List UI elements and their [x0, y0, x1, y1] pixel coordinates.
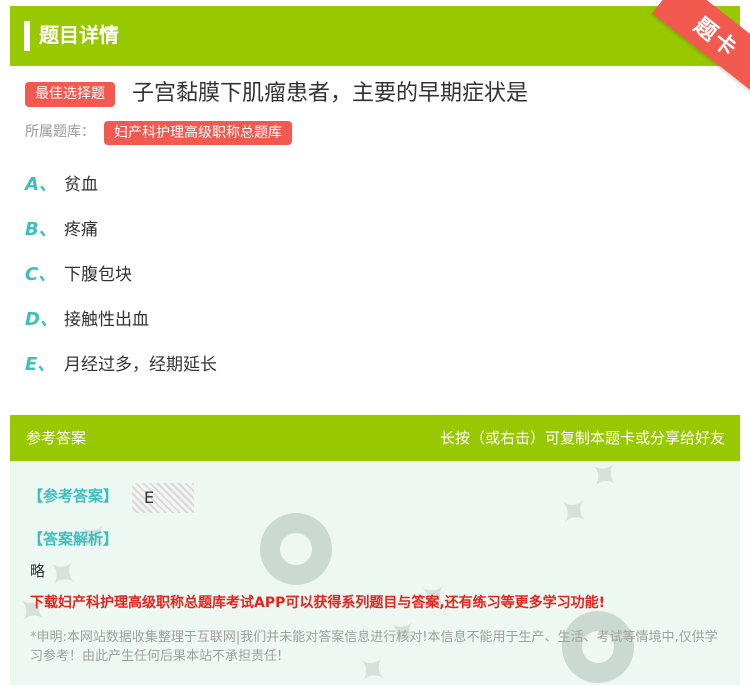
header-accent-bar [24, 21, 30, 51]
watermark-logo-icon [260, 513, 332, 585]
option-text: 月经过多，经期延长 [64, 355, 217, 375]
answer-panel-title: 参考答案 [26, 429, 87, 447]
option-text: 贫血 [64, 175, 98, 195]
answer-label: 【参考答案】 [28, 487, 119, 505]
ribbon-label: 题卡 [688, 13, 743, 63]
option-text: 疼痛 [64, 220, 98, 240]
watermark-icon: ✦ ✦ [546, 461, 635, 540]
option-text: 接触性出血 [64, 310, 149, 330]
question-bank-link[interactable]: 妇产科护理高级职称总题库 [104, 121, 292, 145]
explanation-label: 【答案解析】 [28, 530, 119, 548]
page-header: 题目详情 [10, 6, 740, 66]
download-app-link[interactable]: 下载妇产科护理高级职称总题库考试APP可以获得系列题目与答案,还有练习等更多学习… [30, 592, 605, 614]
option-letter: C、 [25, 264, 57, 285]
ribbon-badge[interactable]: 题卡 [652, 0, 750, 94]
option-letter: D、 [25, 309, 58, 330]
option-d[interactable]: D、 接触性出血 [25, 305, 625, 335]
option-letter: E、 [25, 354, 56, 375]
question-text: 子宫黏膜下肌瘤患者，主要的早期症状是 [132, 81, 529, 106]
option-a[interactable]: A、 贫血 [25, 170, 625, 200]
share-hint: 长按（或右击）可复制本题卡或分享给好友 [439, 429, 725, 447]
disclaimer-text: *申明:本网站数据收集整理于互联网|我们并未能对答案信息进行核对!本信息不能用于… [30, 630, 718, 664]
option-b[interactable]: B、 疼痛 [25, 215, 625, 245]
option-letter: A、 [25, 174, 57, 195]
question-type-badge: 最佳选择题 [25, 82, 115, 107]
option-text: 下腹包块 [64, 265, 132, 285]
option-e[interactable]: E、 月经过多，经期延长 [25, 350, 625, 380]
option-c[interactable]: C、 下腹包块 [25, 260, 625, 290]
question-card-ribbon[interactable]: 题卡 [640, 0, 750, 100]
option-letter: B、 [25, 219, 57, 240]
page-title: 题目详情 [39, 23, 119, 47]
answer-panel-body: ✦ ✦ ✦ ✦ ✦ ✦ ✦ ✦ 【参考答案】 E 【答案解析】 略 下载妇产科护… [10, 461, 740, 685]
explanation-text: 略 [30, 562, 46, 580]
answer-value: E [132, 483, 194, 513]
question-bank-label: 所属题库： [25, 124, 95, 140]
answer-panel-header: 参考答案 长按（或右击）可复制本题卡或分享给好友 [10, 415, 740, 461]
